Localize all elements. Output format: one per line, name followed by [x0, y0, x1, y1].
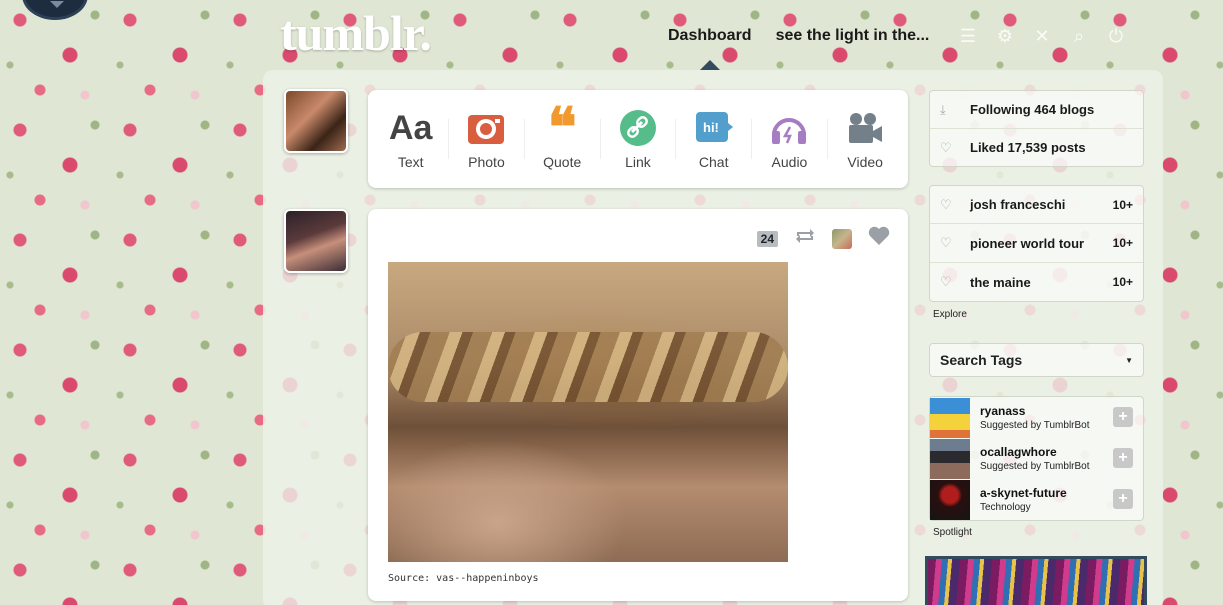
search-tags-dropdown[interactable]: Search Tags ▼ [929, 343, 1144, 377]
camera-icon [467, 108, 505, 148]
post-photo-button[interactable]: Photo [454, 108, 518, 170]
suggested-blog-item[interactable]: ryanass Suggested by TumblrBot + [930, 397, 1143, 438]
tumblr-logo[interactable]: tumblr. [280, 4, 432, 62]
blog-name: ocallagwhore [980, 445, 1057, 459]
blog-info: ryanass Suggested by TumblrBot [970, 404, 1090, 431]
search-tags-label: Search Tags [940, 352, 1023, 368]
blog-name: ryanass [980, 404, 1026, 418]
post-source[interactable]: Source: vas--happeninboys [388, 573, 539, 584]
close-icon[interactable]: ✕ [1032, 26, 1052, 46]
blog-thumbnail [930, 397, 970, 438]
tracked-tag-count: 10+ [1112, 197, 1133, 212]
my-avatar[interactable] [284, 89, 348, 153]
svg-text:hi!: hi! [703, 120, 719, 135]
explore-link[interactable]: Explore [933, 309, 967, 320]
tag-icon: ♡ [940, 196, 952, 212]
tracked-tag-name: pioneer world tour [970, 235, 1085, 251]
caret-down-icon: ▼ [1125, 355, 1133, 365]
tracked-tags-box: ♡ josh franceschi 10+ ♡ pioneer world tour 1… [929, 185, 1144, 302]
post-quote-button[interactable]: ❝ Quote [530, 98, 594, 170]
blog-subtitle: Suggested by TumblrBot [980, 420, 1090, 431]
post-video-label: Video [847, 154, 883, 170]
post-audio-label: Audio [771, 154, 808, 170]
photo-braid-detail [388, 332, 788, 402]
divider [523, 119, 525, 159]
post-audio-button[interactable]: Audio [757, 108, 821, 170]
divider [599, 119, 601, 159]
spotlight-image[interactable] [925, 556, 1147, 605]
liked-link[interactable]: ♡ Liked 17,539 posts [930, 129, 1143, 166]
heart-outline-icon: ♡ [940, 139, 952, 155]
quote-icon: ❝ [547, 98, 577, 158]
divider [448, 119, 450, 159]
chevron-down-icon [50, 1, 64, 8]
divider [675, 119, 677, 159]
blog-thumbnail [930, 438, 970, 479]
post-photo[interactable] [388, 262, 788, 562]
nav-icons: ☰ ⚙ ✕ ⌕ ⏻ [958, 26, 1126, 46]
top-nav: Dashboard see the light in the... [668, 27, 929, 45]
blog-subtitle: Technology [980, 502, 1031, 513]
suggested-blog-item[interactable]: a-skynet-future Technology + [930, 479, 1143, 520]
post-video-button[interactable]: Video [833, 108, 897, 170]
blog-info: ocallagwhore Suggested by TumblrBot [970, 445, 1090, 472]
tag-icon: ♡ [940, 274, 952, 289]
video-camera-icon [846, 108, 884, 148]
post-text-label: Text [397, 154, 424, 170]
post-text-button[interactable]: Aa Text [379, 108, 443, 171]
account-avatar-button[interactable] [22, 0, 88, 20]
liked-label: Liked 17,539 posts [970, 140, 1086, 155]
suggested-blog-item[interactable]: ocallagwhore Suggested by TumblrBot + [930, 438, 1143, 479]
search-icon[interactable]: ⌕ [1069, 26, 1089, 46]
spotlight-link[interactable]: Spotlight [933, 527, 972, 538]
poster-avatar[interactable] [284, 209, 348, 273]
post-controls: 24 [756, 226, 890, 251]
suggested-blogs: ryanass Suggested by TumblrBot + ocallagw… [929, 396, 1144, 521]
notes-count[interactable]: 24 [756, 230, 778, 247]
tracked-tag-item[interactable]: ♡ josh franceschi 10+ [930, 186, 1143, 224]
tag-icon: ♡ [940, 235, 952, 250]
follow-plus-icon[interactable]: + [1113, 448, 1133, 468]
tracked-tag-item[interactable]: ♡ the maine 10+ [930, 263, 1143, 301]
headphones-icon [770, 108, 808, 148]
reblog-icon[interactable] [794, 227, 816, 250]
following-label: Following 464 blogs [970, 102, 1095, 117]
tracked-tag-count: 10+ [1112, 275, 1133, 289]
nav-blog[interactable]: see the light in the... [776, 27, 930, 45]
link-icon [619, 108, 656, 148]
following-icon: ⤓ [940, 101, 946, 117]
text-icon: Aa [388, 108, 433, 147]
post-chat-button[interactable]: hi! Chat [682, 108, 746, 170]
chat-icon: hi! [695, 108, 733, 148]
power-icon[interactable]: ⏻ [1106, 26, 1126, 46]
post-link-label: Link [625, 154, 651, 170]
tracked-tag-count: 10+ [1112, 236, 1133, 250]
tracked-tag-name: the maine [970, 274, 1031, 290]
post-type-bar: Aa Text Photo ❝ Quote Link hi! Chat Audi… [368, 90, 908, 188]
blog-subtitle: Suggested by TumblrBot [980, 461, 1090, 472]
tracked-tag-name: josh franceschi [970, 197, 1066, 212]
nav-dashboard[interactable]: Dashboard [668, 27, 752, 45]
post-photo-label: Photo [468, 154, 505, 170]
post-quote-label: Quote [543, 154, 582, 170]
blog-name: a-skynet-future [980, 486, 1067, 500]
tracked-tag-item[interactable]: ♡ pioneer world tour 10+ [930, 224, 1143, 263]
divider [751, 119, 753, 159]
settings-icon[interactable]: ⚙ [995, 26, 1015, 46]
divider [826, 119, 828, 159]
following-link[interactable]: ⤓ Following 464 blogs [930, 91, 1143, 129]
follow-plus-icon[interactable]: + [1113, 489, 1133, 509]
photo-post: 24 Source: vas--happeninboys [368, 209, 908, 601]
post-link-button[interactable]: Link [606, 108, 670, 170]
post-chat-label: Chat [698, 154, 729, 170]
menu-icon[interactable]: ☰ [958, 26, 978, 46]
blog-thumbnail [930, 479, 970, 520]
active-nav-indicator [700, 60, 720, 70]
heart-icon[interactable] [868, 226, 890, 251]
edit-avatar-icon[interactable] [832, 228, 852, 249]
stats-box: ⤓ Following 464 blogs ♡ Liked 17,539 posts [929, 90, 1144, 167]
blog-info: a-skynet-future Technology [970, 486, 1067, 513]
follow-plus-icon[interactable]: + [1113, 407, 1133, 427]
